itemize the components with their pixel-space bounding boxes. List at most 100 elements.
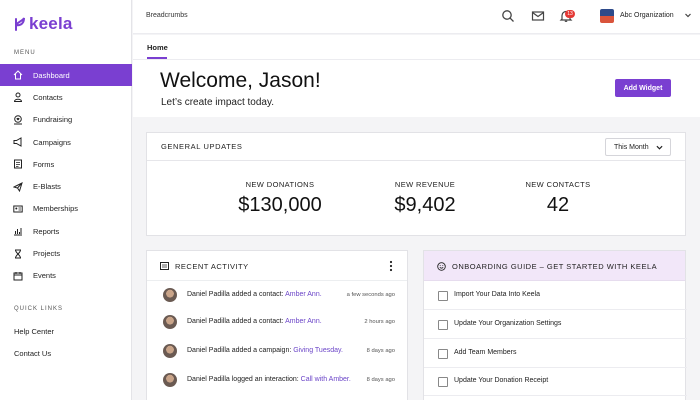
notification-badge: 13 — [565, 10, 575, 18]
activity-time: 8 days ago — [366, 377, 395, 383]
tab-home[interactable]: Home — [147, 43, 168, 52]
sidebar-item-events[interactable]: Events — [0, 265, 132, 287]
home-header: Home Welcome, Jason! Let’s create impact… — [133, 35, 700, 117]
activity-link[interactable]: Amber Ann. — [285, 291, 322, 298]
onboarding-item[interactable]: Update Your Organization Settings — [424, 310, 687, 339]
hand-heart-icon — [14, 114, 22, 125]
sidebar-item-e-blasts[interactable]: E-Blasts — [0, 175, 132, 197]
list-icon — [160, 262, 169, 270]
stat-new-revenue: NEW REVENUE $9,402 — [370, 180, 480, 217]
activity-row: Daniel Padilla logged an interaction: Ca… — [147, 367, 409, 396]
calendar-icon — [13, 271, 23, 281]
onboarding-item[interactable]: Update Your Donation Receipt — [424, 367, 687, 396]
chevron-down-icon — [656, 145, 663, 150]
sidebar-item-campaigns[interactable]: Campaigns — [0, 131, 132, 153]
keela-leaf-icon — [15, 17, 25, 31]
card-title: GENERAL UPDATES — [161, 142, 243, 151]
sidebar-item-label: Projects — [33, 249, 61, 259]
sidebar-item-label: Memberships — [33, 204, 79, 214]
activity-link[interactable]: Call with Amber. — [301, 376, 351, 383]
avatar — [163, 344, 177, 358]
sidebar-item-label: Reports — [33, 226, 60, 236]
quick-link-help-center[interactable]: Help Center — [0, 320, 132, 343]
more-options-icon[interactable] — [388, 260, 394, 272]
period-select-value: This Month — [614, 143, 649, 151]
form-icon — [14, 159, 22, 169]
avatar — [163, 288, 177, 302]
sidebar-item-contacts[interactable]: Contacts — [0, 86, 132, 108]
activity-time: 8 days ago — [366, 348, 395, 354]
quick-links-heading: QUICK LINKS — [14, 306, 64, 312]
checkbox[interactable] — [438, 377, 448, 387]
main-nav: Dashboard Contacts Fundraising Campaigns… — [0, 64, 132, 287]
sidebar-item-label: E-Blasts — [33, 182, 61, 192]
card-header: ONBOARDING GUIDE – GET STARTED WITH KEEL… — [424, 251, 685, 281]
checkbox[interactable] — [438, 320, 448, 330]
megaphone-icon — [13, 137, 22, 147]
sidebar-item-label: Fundraising — [33, 115, 73, 125]
sidebar-item-label: Events — [33, 271, 56, 281]
stat-value: $130,000 — [238, 194, 322, 216]
chevron-down-icon[interactable] — [684, 11, 692, 19]
onboarding-item-label: Update Your Organization Settings — [454, 320, 562, 327]
sidebar-item-dashboard[interactable]: Dashboard — [0, 64, 132, 87]
person-icon — [13, 92, 23, 103]
period-select[interactable]: This Month — [605, 138, 671, 156]
activity-text: Daniel Padilla added a contact: Amber An… — [187, 291, 322, 298]
id-card-icon — [13, 205, 23, 213]
page-subtitle: Let’s create impact today. — [161, 97, 275, 108]
general-updates-card: GENERAL UPDATES This Month NEW DONATIONS… — [146, 132, 686, 236]
sidebar-item-fundraising[interactable]: Fundraising — [0, 109, 132, 131]
stat-new-contacts: NEW CONTACTS 42 — [503, 180, 613, 217]
paper-plane-icon — [13, 181, 23, 192]
activity-time: a few seconds ago — [346, 292, 395, 298]
sidebar-item-memberships[interactable]: Memberships — [0, 198, 132, 220]
activity-text: Daniel Padilla added a campaign: Giving … — [187, 347, 343, 354]
avatar — [163, 373, 177, 387]
onboarding-item-label: Import Your Data Into Keela — [454, 291, 540, 298]
card-title: ONBOARDING GUIDE – GET STARTED WITH KEEL… — [452, 262, 658, 271]
recent-activity-card: RECENT ACTIVITY Daniel Padilla added a c… — [146, 250, 408, 400]
sidebar: keela MENU Dashboard Contacts Fundraisin… — [0, 0, 132, 400]
stat-label: NEW DONATIONS — [245, 180, 315, 189]
activity-link[interactable]: Giving Tuesday. — [293, 347, 343, 354]
sidebar-item-label: Campaigns — [33, 137, 71, 147]
bar-chart-icon — [14, 228, 22, 236]
organization-logo[interactable] — [600, 9, 614, 23]
breadcrumb[interactable]: Breadcrumbs — [146, 12, 188, 19]
activity-row: Daniel Padilla added a contact: Amber An… — [147, 309, 409, 338]
onboarding-item[interactable]: Add Team Members — [424, 339, 687, 368]
tab-divider — [133, 59, 700, 60]
onboarding-item-label: Add Team Members — [454, 349, 517, 356]
activity-time: 2 hours ago — [364, 319, 395, 325]
smile-icon — [437, 262, 446, 271]
sidebar-item-label: Dashboard — [33, 70, 70, 80]
sidebar-item-label: Contacts — [33, 92, 63, 102]
card-header: GENERAL UPDATES This Month — [147, 133, 685, 161]
sidebar-item-reports[interactable]: Reports — [0, 220, 132, 242]
stat-value: $9,402 — [394, 194, 456, 216]
organization-name[interactable]: Abc Organization — [620, 12, 674, 19]
activity-row: Daniel Padilla added a campaign: Giving … — [147, 338, 409, 367]
page-title: Welcome, Jason! — [160, 69, 321, 92]
stat-label: NEW CONTACTS — [525, 180, 591, 189]
add-widget-button[interactable]: Add Widget — [615, 79, 671, 97]
stat-value: 42 — [546, 194, 570, 216]
activity-row: Daniel Padilla added a contact: Amber An… — [147, 282, 409, 311]
stat-new-donations: NEW DONATIONS $130,000 — [225, 180, 335, 217]
sidebar-item-projects[interactable]: Projects — [0, 242, 132, 264]
search-icon[interactable] — [501, 9, 515, 23]
onboarding-item-label: Update Your Donation Receipt — [454, 377, 549, 384]
onboarding-item[interactable]: Import Your Data Into Keela — [424, 281, 687, 310]
mail-icon[interactable] — [531, 9, 545, 23]
onboarding-guide-card: ONBOARDING GUIDE – GET STARTED WITH KEEL… — [423, 250, 687, 400]
keela-logo[interactable]: keela — [14, 14, 73, 34]
card-header: RECENT ACTIVITY — [147, 251, 407, 281]
sidebar-item-forms[interactable]: Forms — [0, 153, 132, 175]
checkbox[interactable] — [438, 349, 448, 359]
checkbox[interactable] — [438, 291, 448, 301]
activity-text: Daniel Padilla added a contact: Amber An… — [187, 318, 322, 325]
avatar — [163, 315, 177, 329]
quick-link-contact-us[interactable]: Contact Us — [0, 343, 132, 366]
activity-link[interactable]: Amber Ann. — [285, 318, 322, 325]
